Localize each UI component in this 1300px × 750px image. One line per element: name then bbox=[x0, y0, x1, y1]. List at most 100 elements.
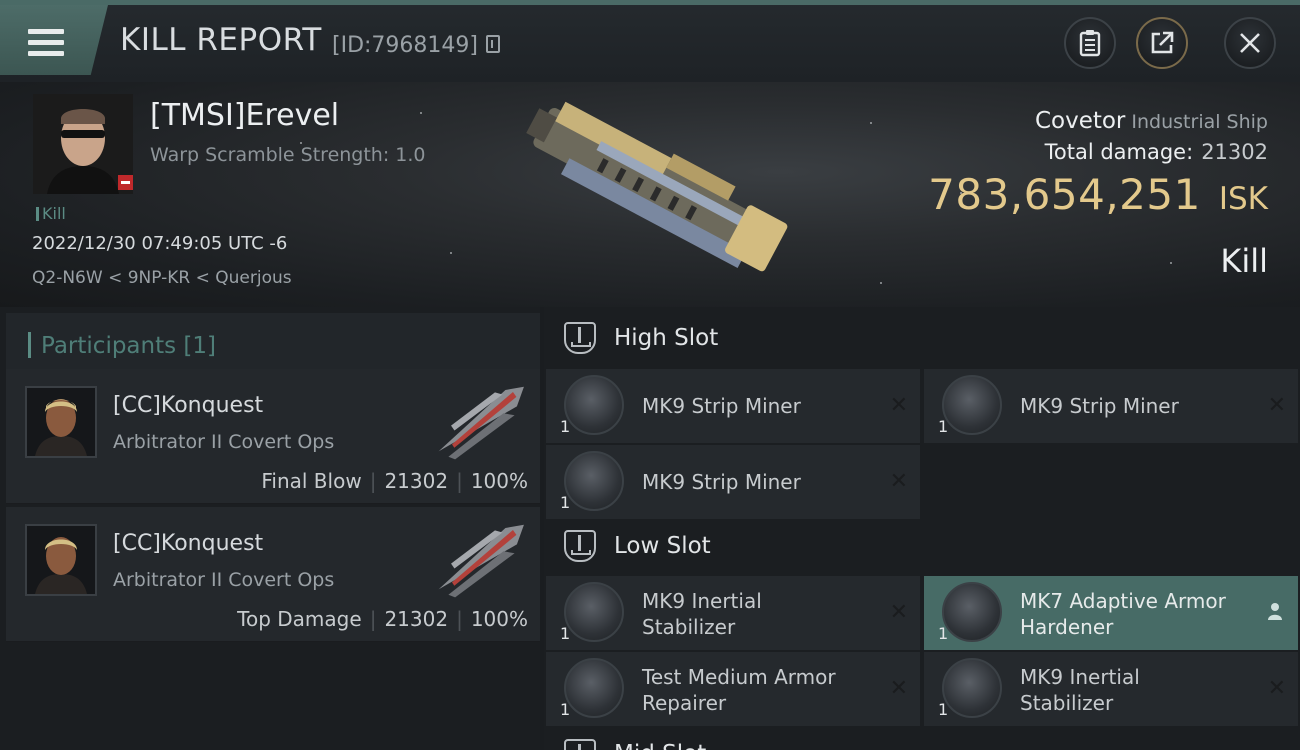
isk-amount: 783,654,251 bbox=[928, 170, 1201, 219]
strip-miner-icon bbox=[564, 451, 624, 511]
fittings-panel: High Slot 1 MK9 Strip Miner ✕ 1 MK9 Stri… bbox=[544, 307, 1300, 750]
total-damage-value: 21302 bbox=[1201, 140, 1268, 164]
victim-name[interactable]: [TMSI]Erevel bbox=[150, 98, 339, 133]
participant-stats: Final Blow | 21302 | 100% bbox=[261, 469, 528, 493]
participant-role: Top Damage bbox=[237, 607, 362, 631]
low-slot-icon bbox=[564, 530, 596, 562]
armor-hardener-icon bbox=[942, 582, 1002, 642]
participants-title: Participants [1] bbox=[28, 332, 216, 359]
module-name: Test Medium Armor Repairer bbox=[642, 664, 872, 716]
low-slot-header: Low Slot bbox=[544, 515, 1300, 577]
participant-percent: 100% bbox=[470, 469, 528, 493]
ship-name[interactable]: Covetor bbox=[1035, 108, 1125, 134]
participant-damage: 21302 bbox=[384, 607, 449, 631]
participant-name[interactable]: [CC]Konquest bbox=[113, 393, 263, 418]
armor-repairer-icon bbox=[564, 658, 624, 718]
module-item[interactable]: 1 MK9 Strip Miner ✕ bbox=[546, 445, 920, 519]
participant-portrait[interactable] bbox=[25, 386, 97, 458]
low-slot-title: Low Slot bbox=[614, 533, 711, 559]
kill-tag: Kill bbox=[36, 204, 66, 223]
module-quantity: 1 bbox=[560, 624, 571, 643]
participant-card[interactable]: [CC]Konquest Arbitrator II Covert Ops To… bbox=[6, 507, 540, 642]
participant-ship[interactable]: Arbitrator II Covert Ops bbox=[113, 431, 334, 453]
destroyed-icon: ✕ bbox=[889, 600, 908, 625]
module-item[interactable]: 1 MK9 Strip Miner ✕ bbox=[546, 369, 920, 443]
participants-panel: Participants [1] [CC]Konquest Arbitrator… bbox=[0, 307, 540, 750]
module-name: MK9 Inertial Stabilizer bbox=[1020, 664, 1250, 716]
page-title: KILL REPORT bbox=[120, 22, 322, 58]
participant-stats: Top Damage | 21302 | 100% bbox=[237, 607, 528, 631]
mid-slot-title: Mid Slot bbox=[614, 741, 706, 750]
strip-miner-icon bbox=[564, 375, 624, 435]
destroyed-icon: ✕ bbox=[889, 393, 908, 418]
person-icon bbox=[1268, 603, 1282, 620]
participant-damage: 21302 bbox=[384, 469, 449, 493]
module-quantity: 1 bbox=[560, 700, 571, 719]
participant-ship-image[interactable] bbox=[424, 379, 539, 464]
kill-location[interactable]: Q2-N6W < 9NP-KR < Querjous bbox=[32, 268, 292, 288]
participant-name[interactable]: [CC]Konquest bbox=[113, 531, 263, 556]
module-name-line2: Repairer bbox=[642, 691, 727, 715]
total-damage-label: Total damage: bbox=[1044, 140, 1194, 164]
isk-unit: ISK bbox=[1218, 181, 1268, 217]
kill-result: Kill bbox=[1220, 242, 1268, 280]
module-name-line2: Hardener bbox=[1020, 615, 1114, 639]
clipboard-icon bbox=[1079, 30, 1101, 57]
module-name-line1: MK9 Inertial bbox=[1020, 665, 1140, 689]
module-item[interactable]: 1 MK9 Strip Miner ✕ bbox=[924, 369, 1298, 443]
module-name-line1: Test Medium Armor bbox=[642, 665, 836, 689]
inertial-stabilizer-icon bbox=[942, 658, 1002, 718]
module-name: MK7 Adaptive Armor Hardener bbox=[1020, 588, 1250, 640]
module-name-line2: Stabilizer bbox=[642, 615, 736, 639]
module-quantity: 1 bbox=[938, 624, 949, 643]
victim-banner: [TMSI]Erevel Warp Scramble Strength: 1.0… bbox=[0, 82, 1300, 307]
victim-portrait[interactable] bbox=[33, 94, 133, 194]
close-button[interactable] bbox=[1224, 17, 1276, 69]
high-slot-title: High Slot bbox=[614, 325, 719, 351]
copy-icon[interactable] bbox=[486, 35, 500, 53]
participant-card[interactable]: [CC]Konquest Arbitrator II Covert Ops Fi… bbox=[6, 369, 540, 504]
module-item-dropped[interactable]: 1 MK7 Adaptive Armor Hardener bbox=[924, 576, 1298, 650]
module-item[interactable]: 1 Test Medium Armor Repairer ✕ bbox=[546, 652, 920, 726]
mid-slot-header: Mid Slot bbox=[544, 731, 1300, 750]
high-slot-header: High Slot bbox=[544, 307, 1300, 369]
high-slot-icon bbox=[564, 322, 596, 354]
kill-id: [ID:7968149] bbox=[332, 33, 478, 58]
warp-scramble-strength: Warp Scramble Strength: 1.0 bbox=[150, 144, 426, 166]
share-button[interactable] bbox=[1136, 17, 1188, 69]
module-quantity: 1 bbox=[560, 493, 571, 512]
hamburger-icon[interactable] bbox=[28, 29, 64, 57]
destroyed-icon: ✕ bbox=[889, 676, 908, 701]
kill-datetime: 2022/12/30 07:49:05 UTC -6 bbox=[32, 233, 288, 254]
module-quantity: 1 bbox=[938, 417, 949, 436]
participant-ship[interactable]: Arbitrator II Covert Ops bbox=[113, 569, 334, 591]
participants-header: Participants [1] bbox=[6, 313, 540, 373]
participant-portrait[interactable] bbox=[25, 524, 97, 596]
close-icon bbox=[1240, 33, 1260, 53]
participant-ship-image[interactable] bbox=[424, 517, 539, 602]
menu-button[interactable] bbox=[0, 5, 108, 75]
module-name: MK9 Strip Miner bbox=[642, 470, 801, 494]
destroyed-icon: ✕ bbox=[1267, 393, 1286, 418]
notes-button[interactable] bbox=[1064, 17, 1116, 69]
victim-ship[interactable]: Covetor Industrial Ship bbox=[1035, 108, 1268, 134]
module-name-line2: Stabilizer bbox=[1020, 691, 1114, 715]
total-damage: Total damage: 21302 bbox=[1045, 140, 1268, 164]
victim-ship-render[interactable] bbox=[505, 94, 805, 284]
top-bar: KILL REPORT [ID:7968149] bbox=[0, 0, 1300, 82]
module-name-line1: MK7 Adaptive Armor bbox=[1020, 589, 1226, 613]
destroyed-icon: ✕ bbox=[889, 469, 908, 494]
mid-slot-icon bbox=[564, 739, 596, 750]
participant-role: Final Blow bbox=[261, 469, 362, 493]
module-name: MK9 Inertial Stabilizer bbox=[642, 588, 872, 640]
participant-percent: 100% bbox=[470, 607, 528, 631]
share-icon bbox=[1151, 31, 1174, 54]
destroyed-icon: ✕ bbox=[1267, 676, 1286, 701]
module-quantity: 1 bbox=[938, 700, 949, 719]
inertial-stabilizer-icon bbox=[564, 582, 624, 642]
module-item[interactable]: 1 MK9 Inertial Stabilizer ✕ bbox=[546, 576, 920, 650]
ship-class: Industrial Ship bbox=[1131, 111, 1268, 133]
module-item[interactable]: 1 MK9 Inertial Stabilizer ✕ bbox=[924, 652, 1298, 726]
module-name: MK9 Strip Miner bbox=[642, 394, 801, 418]
module-name-line1: MK9 Inertial bbox=[642, 589, 762, 613]
